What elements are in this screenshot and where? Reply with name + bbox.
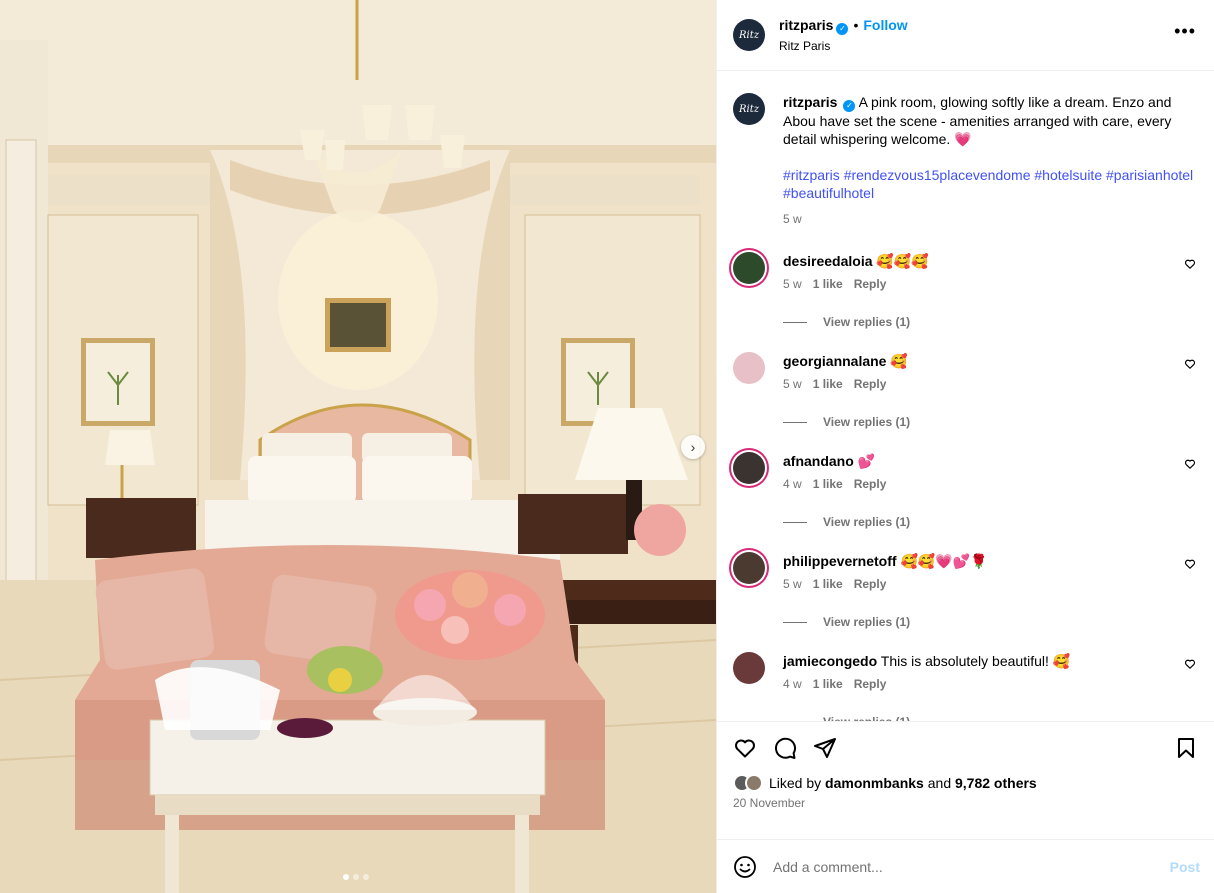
comment-item: jamiecongedo This is absolutely beautifu… (733, 652, 1198, 721)
verified-badge-icon: ✓ (843, 100, 856, 112)
comment-text: This is absolutely beautiful! 🥰 (880, 653, 1071, 669)
location-link[interactable]: Ritz Paris (779, 39, 908, 53)
avatar[interactable] (733, 552, 765, 584)
reply-button[interactable]: Reply (854, 577, 887, 591)
caption-age: 5 w (783, 212, 802, 226)
comment-like-heart-icon[interactable] (1184, 258, 1196, 270)
comment-likes-link[interactable]: 1 like (813, 277, 843, 291)
view-replies-button[interactable]: View replies (1) (783, 515, 910, 529)
caption: Ritz ritzparis ✓ A pink room, glowing sof… (733, 93, 1198, 228)
comment-likes-link[interactable]: 1 like (813, 577, 843, 591)
comment-like-heart-icon[interactable] (1184, 358, 1196, 370)
hashtag-link[interactable]: #rendezvous15placevendome (844, 167, 1031, 183)
comment-age: 4 w (783, 677, 802, 691)
comment-username-link[interactable]: georgiannalane (783, 353, 886, 369)
liked-by-and: and (927, 775, 952, 791)
username-link[interactable]: ritzparis (783, 94, 837, 110)
comment-likes-link[interactable]: 1 like (813, 377, 843, 391)
more-icon: ••• (1174, 21, 1196, 41)
liked-by-user-link[interactable]: damonmbanks (825, 775, 924, 791)
reply-button[interactable]: Reply (854, 377, 887, 391)
chevron-right-icon: › (690, 439, 696, 455)
follow-button[interactable]: Follow (863, 17, 907, 33)
action-bar (733, 734, 1198, 762)
post-side-panel: Ritz ritzparis ✓ • Follow Ritz Paris ••• Ri… (716, 0, 1214, 893)
hashtag-link[interactable]: #beautifulhotel (783, 185, 874, 201)
heart-icon[interactable] (733, 736, 757, 760)
comment-age: 5 w (783, 577, 802, 591)
carousel-dot (353, 874, 359, 880)
comment-likes-link[interactable]: 1 like (813, 677, 843, 691)
comment-item: afnandano 💕 4 w 1 like Reply View replies (1… (733, 452, 1198, 529)
reply-button[interactable]: Reply (854, 677, 887, 691)
post-comment-button[interactable]: Post (1170, 859, 1200, 875)
comment-item: philippevernetoff 🥰🥰💗💕🌹 5 w 1 like Reply Vie… (733, 552, 1198, 629)
comment-item: desireedaloia 🥰🥰🥰 5 w 1 like Reply View repl… (733, 252, 1198, 329)
instagram-post-modal: › Ritz ritzparis ✓ • Follow Ritz Paris ••• … (0, 0, 1214, 893)
share-icon[interactable] (813, 736, 837, 760)
hotel-room-illustration (0, 0, 716, 893)
comment-username-link[interactable]: desireedaloia (783, 253, 873, 269)
comment-list: desireedaloia 🥰🥰🥰 5 w 1 like Reply View repl… (733, 252, 1198, 721)
avatar[interactable] (733, 252, 765, 284)
comment-likes-link[interactable]: 1 like (813, 477, 843, 491)
comments-section[interactable]: Ritz ritzparis ✓ A pink room, glowing sof… (717, 71, 1214, 721)
comment-age: 4 w (783, 477, 802, 491)
liked-by-prefix: Liked by (769, 775, 822, 791)
reply-button[interactable]: Reply (854, 477, 887, 491)
comment-item: georgiannalane 🥰 5 w 1 like Reply View repli… (733, 352, 1198, 429)
view-replies-button[interactable]: View replies (1) (783, 315, 929, 329)
reply-button[interactable]: Reply (854, 277, 887, 291)
comment-input[interactable] (773, 858, 1170, 875)
comment-like-heart-icon[interactable] (1184, 658, 1196, 670)
avatar (745, 774, 763, 792)
comment-age: 5 w (783, 277, 802, 291)
likes-count-link[interactable]: 9,782 others (955, 775, 1037, 791)
carousel-dot (363, 874, 369, 880)
comment-text: 🥰🥰🥰 (876, 253, 929, 269)
liked-by-text: Liked by damonmbanks and 9,782 others (769, 775, 1037, 791)
hashtag-link[interactable]: #parisianhotel (1106, 167, 1193, 183)
verified-badge-icon: ✓ (836, 23, 849, 35)
engagement-section: Liked by damonmbanks and 9,782 others 20… (717, 721, 1214, 839)
username-link[interactable]: ritzparis (779, 17, 833, 33)
comment-like-heart-icon[interactable] (1184, 558, 1196, 570)
separator-dot: • (853, 17, 859, 33)
carousel-dot (343, 874, 349, 880)
comment-text: 🥰 (890, 353, 908, 369)
comment-text: 💕 (857, 453, 876, 469)
comment-username-link[interactable]: jamiecongedo (783, 653, 877, 669)
more-options-button[interactable]: ••• (1174, 22, 1196, 40)
avatar[interactable] (733, 652, 765, 684)
carousel-next-button[interactable]: › (681, 435, 705, 459)
post-photo[interactable]: › (0, 0, 716, 893)
hashtag-link[interactable]: #hotelsuite (1034, 167, 1102, 183)
view-replies-button[interactable]: View replies (1) (783, 715, 1070, 721)
comment-like-heart-icon[interactable] (1184, 458, 1196, 470)
comment-icon[interactable] (773, 736, 797, 760)
hashtag-list: #ritzparis #rendezvous15placevendome #ho… (783, 166, 1198, 202)
emoji-icon[interactable] (733, 855, 757, 879)
post-header: Ritz ritzparis ✓ • Follow Ritz Paris ••• (717, 0, 1214, 71)
header-names: ritzparis ✓ • Follow Ritz Paris (779, 17, 908, 53)
liked-by: Liked by damonmbanks and 9,782 others (733, 774, 1198, 792)
comment-username-link[interactable]: afnandano (783, 453, 854, 469)
comment-composer: Post (717, 839, 1214, 893)
carousel-indicator (343, 874, 369, 880)
avatar[interactable]: Ritz (733, 93, 765, 125)
bookmark-icon[interactable] (1174, 736, 1198, 760)
hashtag-link[interactable]: #ritzparis (783, 167, 840, 183)
comment-age: 5 w (783, 377, 802, 391)
avatar[interactable]: Ritz (733, 19, 765, 51)
caption-text: A pink room, glowing softly like a dream… (783, 94, 1172, 147)
avatar[interactable] (733, 452, 765, 484)
comment-text: 🥰🥰💗💕🌹 (900, 553, 988, 569)
avatar-logo-text: Ritz (738, 29, 759, 41)
post-date: 20 November (733, 796, 806, 810)
avatar-logo-text: Ritz (738, 103, 759, 115)
view-replies-button[interactable]: View replies (1) (783, 615, 988, 629)
view-replies-button[interactable]: View replies (1) (783, 415, 910, 429)
comment-username-link[interactable]: philippevernetoff (783, 553, 897, 569)
avatar[interactable] (733, 352, 765, 384)
